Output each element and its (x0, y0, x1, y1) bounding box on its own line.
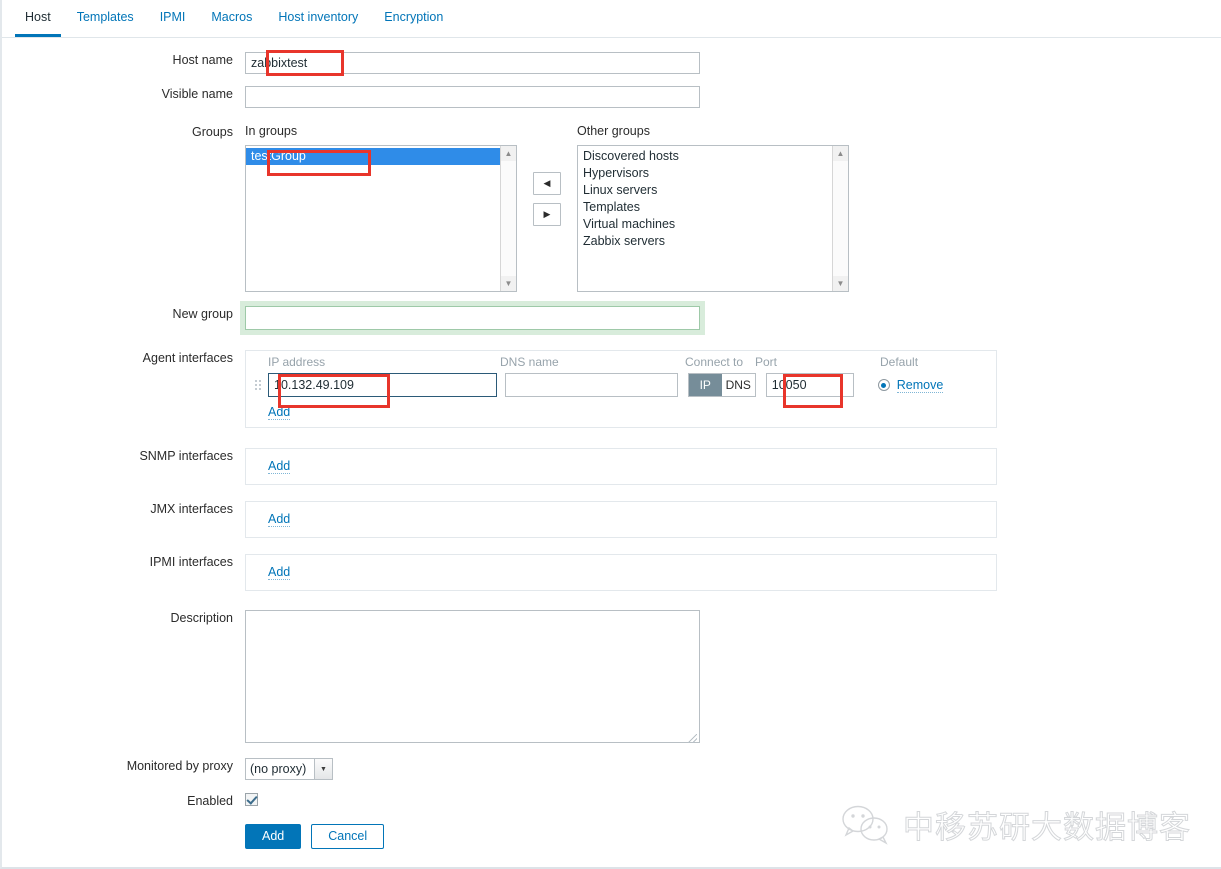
tab-encryption-label: Encryption (384, 10, 444, 24)
triangle-left-icon[interactable]: ◀ (533, 172, 561, 195)
scroll-up-icon[interactable]: ▲ (832, 146, 848, 161)
list-item[interactable]: Zabbix servers (578, 233, 832, 250)
description-row: Description (0, 610, 700, 746)
scroll-track[interactable] (833, 161, 848, 276)
list-item[interactable]: Linux servers (578, 182, 832, 199)
list-item[interactable]: testGroup (246, 148, 500, 165)
description-label: Description (170, 611, 233, 625)
other-groups-listbox[interactable]: Discovered hosts Hypervisors Linux serve… (577, 145, 849, 292)
enabled-checkbox[interactable] (245, 793, 258, 806)
default-radio[interactable] (877, 379, 890, 391)
tab-macros-label: Macros (211, 10, 253, 24)
agent-interfaces-row: Agent interfaces IP address DNS name Con… (0, 350, 997, 428)
other-groups-items: Discovered hosts Hypervisors Linux serve… (578, 146, 832, 291)
in-groups-scrollbar[interactable]: ▲ ▼ (500, 146, 516, 291)
scroll-up-icon[interactable]: ▲ (500, 146, 516, 161)
new-group-row: New group (0, 306, 700, 330)
other-groups-column: Other groups Discovered hosts Hypervisor… (577, 124, 849, 292)
drag-handle-icon[interactable] (246, 373, 268, 397)
agent-interfaces-header: IP address DNS name Connect to Port Defa… (246, 351, 996, 371)
monitored-by-proxy-value: (no proxy) (250, 762, 307, 776)
chevron-down-icon[interactable]: ▼ (314, 759, 332, 779)
connect-to-option-ip[interactable]: IP (688, 374, 722, 396)
tab-ipmi[interactable]: IPMI (147, 0, 199, 36)
add-jmx-interface-link[interactable]: Add (268, 512, 291, 527)
ip-address-input[interactable] (268, 373, 497, 397)
form-actions-row: Add Cancel (0, 824, 385, 849)
tab-bar: Host Templates IPMI Macros Host inventor… (2, 0, 1221, 38)
enabled-row: Enabled (0, 793, 258, 809)
groups-label: Groups (192, 125, 233, 139)
tab-ipmi-label: IPMI (159, 10, 186, 24)
list-item[interactable]: Templates (578, 199, 832, 216)
column-header-dns-name: DNS name (500, 355, 559, 369)
scroll-down-icon[interactable]: ▼ (500, 276, 516, 291)
list-item[interactable]: Discovered hosts (578, 148, 832, 165)
snmp-interfaces-label: SNMP interfaces (139, 449, 233, 463)
jmx-interfaces-label: JMX interfaces (150, 502, 233, 516)
jmx-interfaces-panel: Add (245, 501, 997, 538)
agent-interface-row: IP DNS Remove (246, 371, 996, 401)
jmx-interfaces-row: JMX interfaces Add (0, 501, 997, 538)
ipmi-interfaces-label: IPMI interfaces (149, 555, 233, 569)
tab-templates-label: Templates (76, 10, 134, 24)
column-header-port: Port (755, 355, 778, 369)
tab-macros[interactable]: Macros (198, 0, 265, 36)
in-groups-items: testGroup (246, 146, 500, 291)
add-button[interactable]: Add (245, 824, 302, 849)
add-ipmi-interface-link[interactable]: Add (268, 565, 291, 580)
default-cell: Remove (877, 378, 996, 393)
connect-to-toggle[interactable]: IP DNS (687, 373, 756, 397)
add-snmp-interface-link[interactable]: Add (268, 459, 291, 474)
description-textarea[interactable] (245, 610, 700, 743)
add-agent-interface-link[interactable]: Add (268, 405, 291, 420)
list-item[interactable]: Virtual machines (578, 216, 832, 233)
visible-name-input[interactable] (245, 86, 700, 108)
host-name-input[interactable] (245, 52, 700, 74)
column-header-default: Default (880, 355, 919, 369)
triangle-right-icon[interactable]: ▶ (533, 203, 561, 226)
snmp-interfaces-panel: Add (245, 448, 997, 485)
column-header-ip-address: IP address (268, 355, 326, 369)
tab-host-inventory[interactable]: Host inventory (265, 0, 371, 36)
tab-host-inventory-label: Host inventory (278, 10, 359, 24)
enabled-label: Enabled (187, 794, 233, 808)
visible-name-label: Visible name (161, 87, 233, 101)
column-header-connect-to: Connect to (685, 355, 744, 369)
tab-templates[interactable]: Templates (64, 0, 147, 36)
groups-row: Groups In groups testGroup ▲ ▼ ◀ ▶ Other… (0, 124, 849, 292)
in-groups-column: In groups testGroup ▲ ▼ (245, 124, 517, 292)
connect-to-option-dns[interactable]: DNS (721, 374, 755, 396)
new-group-label: New group (172, 307, 233, 321)
scroll-down-icon[interactable]: ▼ (832, 276, 848, 291)
agent-interfaces-panel: IP address DNS name Connect to Port Defa… (245, 350, 997, 428)
group-transfer-buttons: ◀ ▶ (517, 124, 577, 226)
host-name-label: Host name (172, 53, 233, 67)
ipmi-interfaces-panel: Add (245, 554, 997, 591)
in-groups-listbox[interactable]: testGroup ▲ ▼ (245, 145, 517, 292)
tab-host[interactable]: Host (12, 0, 64, 37)
tab-encryption[interactable]: Encryption (371, 0, 456, 36)
port-input[interactable] (765, 373, 854, 397)
host-name-row: Host name (0, 52, 700, 74)
visible-name-row: Visible name (0, 86, 700, 108)
other-groups-header: Other groups (577, 124, 650, 138)
ipmi-interfaces-row: IPMI interfaces Add (0, 554, 997, 591)
monitored-by-proxy-row: Monitored by proxy (no proxy) ▼ (0, 758, 333, 780)
other-groups-scrollbar[interactable]: ▲ ▼ (832, 146, 848, 291)
new-group-input[interactable] (245, 306, 700, 330)
in-groups-header: In groups (245, 124, 298, 138)
monitored-by-proxy-select[interactable]: (no proxy) ▼ (245, 758, 333, 780)
snmp-interfaces-row: SNMP interfaces Add (0, 448, 997, 485)
tab-host-label: Host (25, 10, 51, 24)
remove-interface-link[interactable]: Remove (896, 378, 944, 393)
agent-interfaces-label: Agent interfaces (142, 351, 233, 365)
cancel-button[interactable]: Cancel (311, 824, 385, 849)
dns-name-input[interactable] (504, 373, 678, 397)
list-item[interactable]: Hypervisors (578, 165, 832, 182)
scroll-track[interactable] (501, 161, 516, 276)
monitored-by-proxy-label: Monitored by proxy (126, 759, 233, 773)
